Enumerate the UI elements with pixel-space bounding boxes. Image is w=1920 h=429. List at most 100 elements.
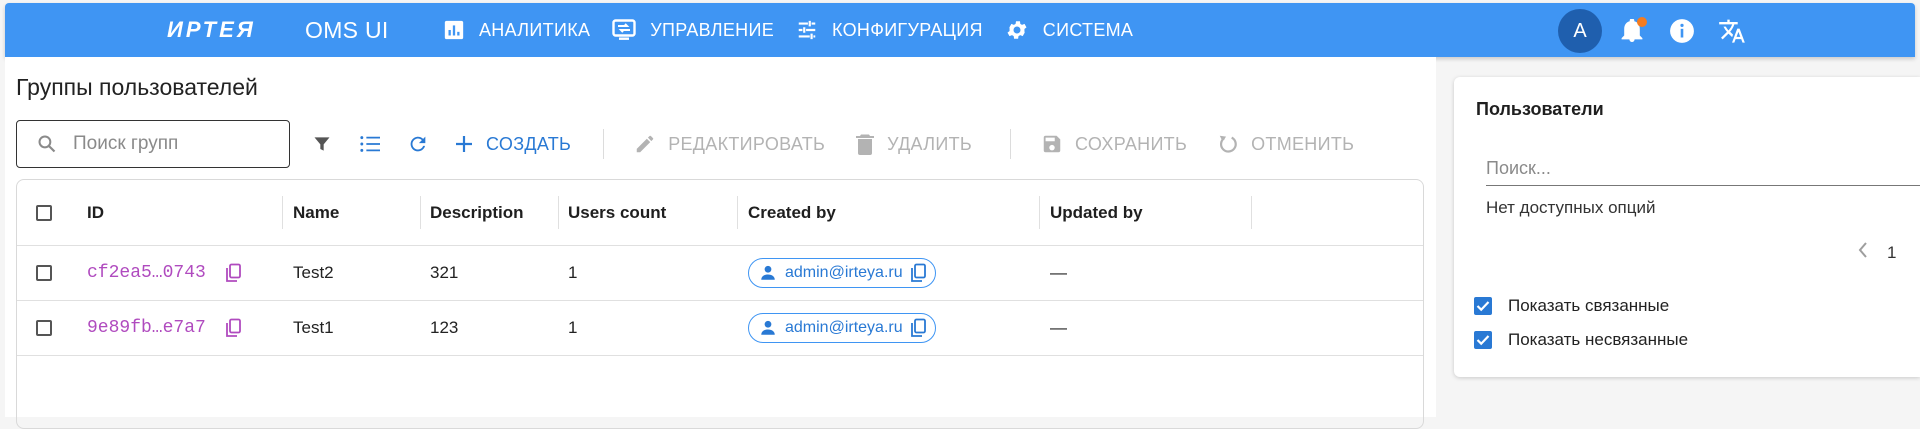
checkmark-icon: [1476, 335, 1490, 346]
nav-management[interactable]: УПРАВЛЕНИЕ: [612, 19, 774, 41]
show-unlinked-option[interactable]: Показать несвязанные: [1474, 330, 1688, 350]
copy-email-button[interactable]: [909, 318, 927, 338]
column-header-id[interactable]: ID: [87, 180, 104, 245]
edit-label: РЕДАКТИРОВАТЬ: [668, 133, 826, 154]
users-panel-title: Пользователи: [1476, 99, 1604, 119]
nav-system-label: СИСТЕМА: [1042, 19, 1134, 40]
column-header-description[interactable]: Description: [430, 180, 524, 245]
row-checkbox[interactable]: [36, 319, 52, 336]
column-separator[interactable]: [282, 196, 283, 229]
empty-options-text: Нет доступных опций: [1486, 198, 1656, 217]
show-linked-option[interactable]: Показать связанные: [1474, 296, 1669, 316]
updated-by-cell: —: [1050, 262, 1067, 282]
column-separator[interactable]: [1039, 196, 1040, 229]
nav-analytics[interactable]: АНАЛИТИКА: [443, 19, 590, 41]
row-checkbox[interactable]: [36, 264, 52, 281]
name-cell: Test2: [293, 262, 334, 282]
refresh-button[interactable]: [404, 130, 432, 158]
filter-icon: [314, 137, 330, 151]
checkmark-icon: [1476, 301, 1490, 312]
column-separator[interactable]: [1251, 196, 1252, 229]
copy-icon: [910, 263, 926, 282]
column-header-created-by[interactable]: Created by: [748, 180, 836, 245]
prev-page-button[interactable]: [1857, 241, 1887, 264]
users-pager: 1: [1857, 241, 1896, 264]
group-search-box[interactable]: [16, 120, 290, 168]
copy-email-button[interactable]: [909, 263, 927, 283]
columns-button[interactable]: [356, 130, 384, 158]
toolbar-divider: [603, 129, 605, 159]
copy-id-button[interactable]: [224, 263, 242, 283]
notifications-button[interactable]: [1618, 17, 1647, 45]
management-icon: [612, 19, 636, 40]
column-header-updated-by[interactable]: Updated by: [1050, 180, 1143, 245]
main-content: Группы пользователей СОЗДАТЬ РЕДАКТИРОВА…: [5, 57, 1436, 429]
search-icon: [38, 135, 56, 153]
cancel-button[interactable]: ОТМЕНИТЬ: [1217, 133, 1354, 155]
select-all-checkbox[interactable]: [36, 204, 52, 221]
created-by-cell: admin@irteya.ru: [748, 300, 936, 355]
undo-icon: [1219, 135, 1237, 153]
save-icon: [1043, 135, 1061, 153]
table-row[interactable]: cf2ea5…0743 Test2 321 1 admin@irteya.ru …: [17, 245, 1423, 301]
toolbar-divider-2: [1010, 129, 1012, 159]
show-linked-checkbox[interactable]: [1474, 297, 1492, 315]
delete-button[interactable]: УДАЛИТЬ: [855, 133, 972, 155]
users-count-cell: 1: [568, 317, 578, 337]
id-cell: 9e89fb…e7a7: [87, 300, 242, 355]
analytics-icon: [444, 20, 464, 40]
description-cell: 123: [430, 317, 459, 337]
create-label: СОЗДАТЬ: [486, 133, 572, 154]
column-header-name[interactable]: Name: [293, 180, 339, 245]
group-search-input[interactable]: [71, 132, 275, 156]
user-chip[interactable]: admin@irteya.ru: [748, 257, 936, 288]
copy-icon: [225, 263, 241, 282]
delete-label: УДАЛИТЬ: [887, 133, 973, 154]
nav-configuration-label: КОНФИГУРАЦИЯ: [832, 19, 983, 40]
tune-icon: [798, 20, 816, 40]
refresh-icon: [410, 136, 426, 152]
table-header: ID Name Description Users count Created …: [17, 180, 1423, 246]
nav-analytics-label: АНАЛИТИКА: [479, 19, 591, 40]
created-by-cell: admin@irteya.ru: [748, 245, 936, 300]
language-button[interactable]: [1718, 17, 1746, 45]
create-button[interactable]: СОЗДАТЬ: [454, 134, 571, 155]
users-count-cell: 1: [568, 262, 578, 282]
show-unlinked-checkbox[interactable]: [1474, 331, 1492, 349]
save-label: СОХРАНИТЬ: [1075, 133, 1188, 154]
translate-icon: [1719, 19, 1745, 43]
users-panel: Пользователи Нет доступных опций 1 Показ…: [1454, 77, 1920, 377]
users-search-input[interactable]: [1486, 151, 1920, 186]
show-unlinked-label: Показать несвязанные: [1508, 330, 1689, 349]
main-nav: АНАЛИТИКА УПРАВЛЕНИЕ КОНФИГУРАЦИЯ СИСТЕМ…: [443, 3, 1155, 57]
app-bar: ИРТЕЯ OMS UI АНАЛИТИКА УПРАВЛЕНИЕ КОНФИГ…: [5, 3, 1915, 57]
info-button[interactable]: [1668, 17, 1696, 45]
table-row[interactable]: 9e89fb…e7a7 Test1 123 1 admin@irteya.ru …: [17, 300, 1423, 356]
gear-icon: [1007, 21, 1027, 39]
filter-button[interactable]: [308, 130, 336, 158]
group-id[interactable]: 9e89fb…e7a7: [87, 318, 206, 338]
save-button[interactable]: СОХРАНИТЬ: [1041, 133, 1187, 155]
page-number[interactable]: 1: [1887, 243, 1896, 263]
show-linked-label: Показать связанные: [1508, 296, 1670, 315]
brand-logo[interactable]: ИРТЕЯ: [167, 17, 256, 43]
user-chip[interactable]: admin@irteya.ru: [748, 312, 936, 343]
copy-id-button[interactable]: [224, 318, 242, 338]
column-separator[interactable]: [420, 196, 421, 229]
nav-system[interactable]: СИСТЕМА: [1005, 18, 1133, 42]
appbar-tools: A: [1558, 9, 1768, 53]
column-header-users-count[interactable]: Users count: [568, 180, 666, 245]
person-icon: [761, 265, 775, 280]
column-separator[interactable]: [737, 196, 738, 229]
toolbar: СОЗДАТЬ РЕДАКТИРОВАТЬ УДАЛИТЬ СОХРАНИТЬ …: [16, 119, 1354, 169]
app-name[interactable]: OMS UI: [305, 17, 389, 44]
column-separator[interactable]: [558, 196, 559, 229]
nav-configuration[interactable]: КОНФИГУРАЦИЯ: [796, 19, 983, 41]
person-icon: [761, 320, 775, 335]
group-id[interactable]: cf2ea5…0743: [87, 263, 206, 283]
copy-icon: [225, 318, 241, 337]
copy-icon: [910, 318, 926, 337]
avatar[interactable]: A: [1558, 9, 1602, 53]
edit-button[interactable]: РЕДАКТИРОВАТЬ: [634, 133, 825, 155]
select-all-cell: [36, 180, 52, 245]
